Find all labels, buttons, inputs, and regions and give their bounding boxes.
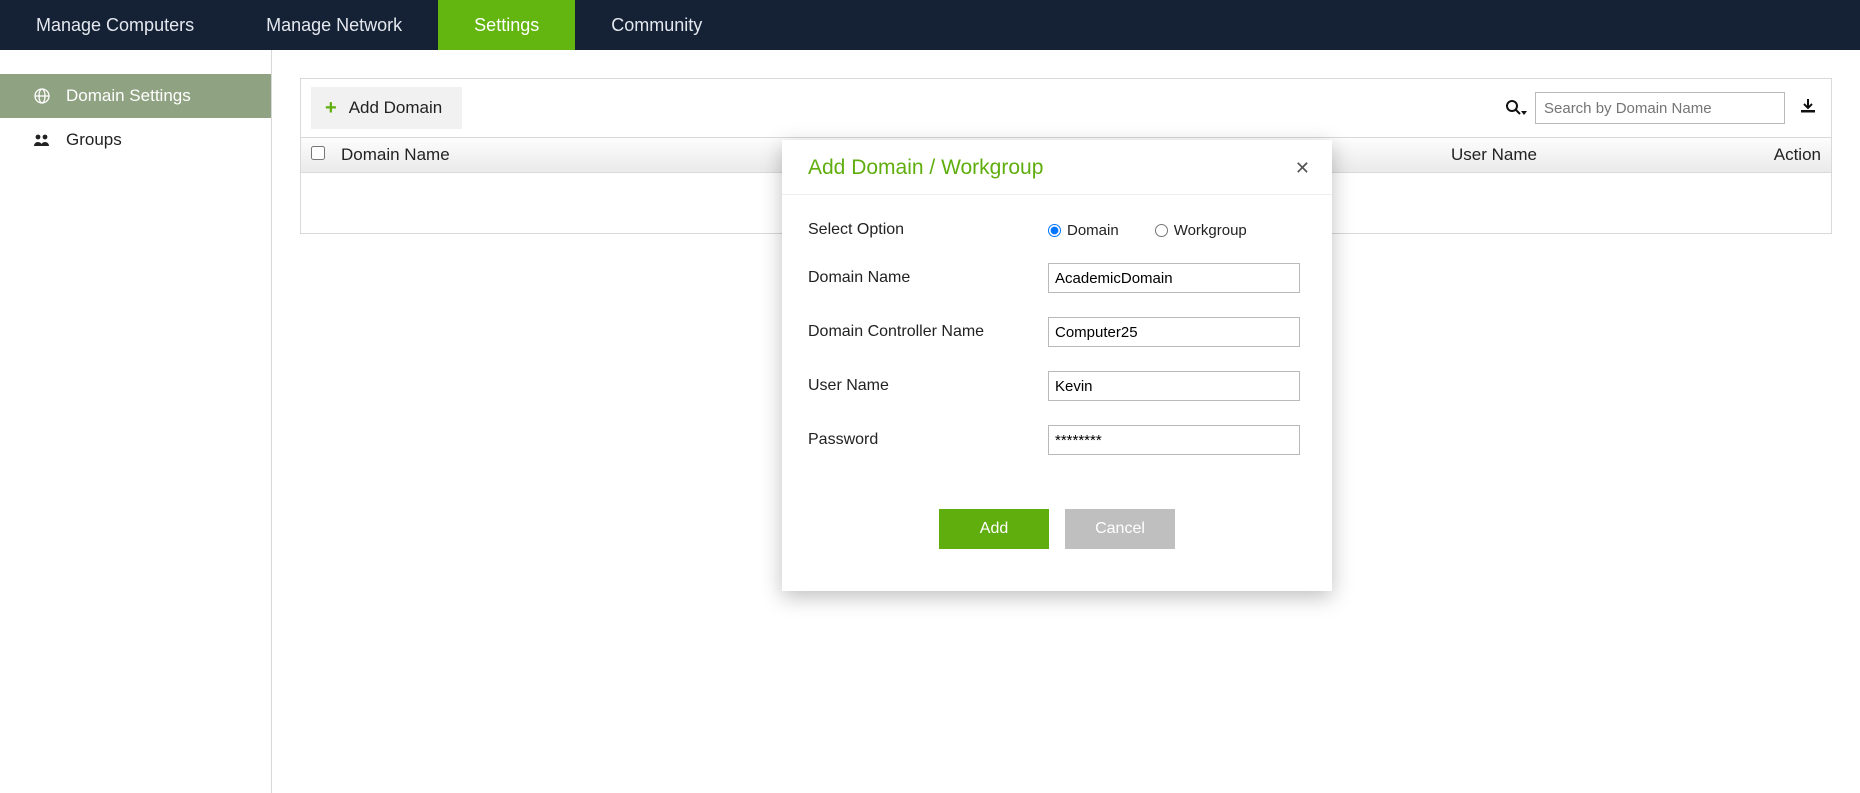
radio-domain-text: Domain [1067,222,1119,239]
radio-workgroup-text: Workgroup [1174,222,1247,239]
controller-name-input[interactable] [1048,317,1300,347]
radio-domain-label[interactable]: Domain [1048,222,1119,239]
tab-manage-computers[interactable]: Manage Computers [0,0,230,50]
globe-icon [32,88,52,104]
user-name-label: User Name [808,377,1048,395]
main-content: + Add Domain Domain Name User Name [272,50,1860,793]
users-icon [32,133,52,147]
tab-community[interactable]: Community [575,0,738,50]
sidebar: Domain Settings Groups [0,50,272,793]
cancel-button[interactable]: Cancel [1065,509,1175,549]
sidebar-item-label: Groups [66,130,122,150]
domain-name-input[interactable] [1048,263,1300,293]
tab-settings[interactable]: Settings [438,0,575,50]
select-option-label: Select Option [808,221,1048,239]
top-nav: Manage Computers Manage Network Settings… [0,0,1860,50]
sidebar-item-domain-settings[interactable]: Domain Settings [0,74,271,118]
add-domain-button[interactable]: + Add Domain [311,87,462,129]
search-dropdown-icon[interactable] [1505,99,1527,117]
modal-close-button[interactable]: ✕ [1295,158,1310,179]
column-action: Action [1731,145,1821,165]
password-input[interactable] [1048,425,1300,455]
select-all-checkbox[interactable] [311,146,325,160]
radio-domain[interactable] [1048,224,1061,237]
sidebar-item-label: Domain Settings [66,86,191,106]
modal-title: Add Domain / Workgroup [808,156,1043,180]
add-domain-label: Add Domain [349,98,443,118]
domain-name-label: Domain Name [808,269,1048,287]
sidebar-item-groups[interactable]: Groups [0,118,271,162]
close-icon: ✕ [1295,158,1310,178]
column-user-name[interactable]: User Name [1451,145,1731,165]
add-domain-modal: Add Domain / Workgroup ✕ Select Option D… [782,140,1332,591]
search-input[interactable] [1535,92,1785,124]
radio-workgroup-label[interactable]: Workgroup [1155,222,1247,239]
user-name-input[interactable] [1048,371,1300,401]
plus-icon: + [325,97,337,120]
radio-workgroup[interactable] [1155,224,1168,237]
panel-toolbar: + Add Domain [301,79,1831,137]
add-button[interactable]: Add [939,509,1049,549]
controller-name-label: Domain Controller Name [808,323,1048,341]
tab-manage-network[interactable]: Manage Network [230,0,438,50]
password-label: Password [808,431,1048,449]
download-icon[interactable] [1793,98,1823,119]
